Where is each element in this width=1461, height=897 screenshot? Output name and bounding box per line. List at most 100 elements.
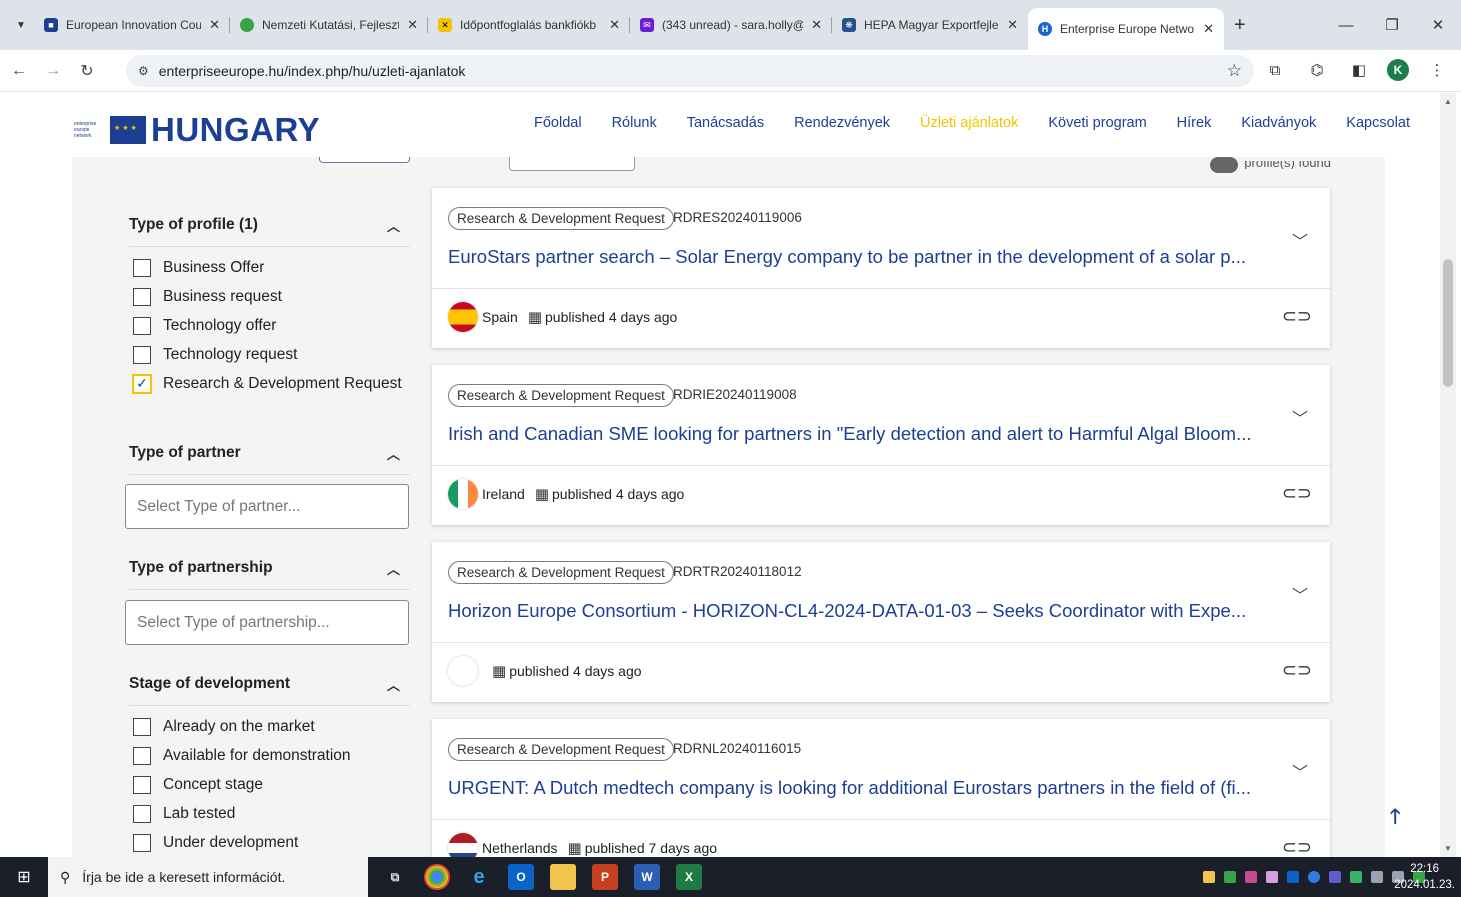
- side-panel-icon[interactable]: ◧: [1345, 56, 1373, 84]
- address-bar[interactable]: ⚙ enterpriseeurope.hu/index.php/hu/uzlet…: [126, 55, 1254, 87]
- chevron-down-icon[interactable]: ﹀: [1292, 582, 1308, 606]
- checkbox-under-development[interactable]: Under development: [129, 828, 410, 857]
- browser-tab-4[interactable]: ❋ HEPA Magyar Exportfejlesz ✕: [832, 7, 1028, 43]
- wifi-icon[interactable]: [1371, 871, 1383, 883]
- checkbox[interactable]: [133, 287, 151, 306]
- browser-tab-3[interactable]: ✉ (343 unread) - sara.holly@ ✕: [630, 7, 832, 43]
- checkbox-business-request[interactable]: Business request: [129, 282, 410, 311]
- type-of-partnership-select[interactable]: Select Type of partnership...: [125, 600, 409, 645]
- new-tab-button[interactable]: +: [1234, 14, 1246, 37]
- nav-home[interactable]: Főoldal: [534, 115, 582, 131]
- profile-card-header[interactable]: Research & Development Request RDRIE2024…: [432, 365, 1330, 466]
- tray-app-icon[interactable]: [1245, 871, 1257, 883]
- nav-events[interactable]: Rendezvények: [794, 115, 890, 131]
- maximize-icon[interactable]: ❐: [1369, 0, 1415, 50]
- browser-tab-active[interactable]: H Enterprise Europe Network ✕: [1028, 8, 1224, 50]
- edge-icon[interactable]: e: [466, 864, 492, 890]
- checkbox[interactable]: [133, 775, 151, 794]
- word-icon[interactable]: W: [634, 864, 660, 890]
- chevron-up-icon[interactable]: ︿: [387, 559, 400, 578]
- task-view-icon[interactable]: ⧉: [382, 864, 408, 890]
- excel-icon[interactable]: X: [676, 864, 702, 890]
- checkbox-already-on-market[interactable]: Already on the market: [129, 712, 410, 741]
- profile-title-link[interactable]: EuroStars partner search – Solar Energy …: [448, 246, 1268, 268]
- checkbox-rd-request[interactable]: ✓ Research & Development Request: [129, 369, 410, 398]
- tab-search-button[interactable]: ▼: [8, 12, 34, 38]
- nav-contact[interactable]: Kapcsolat: [1346, 115, 1410, 131]
- close-tab-icon[interactable]: ✕: [1007, 17, 1018, 33]
- site-logo[interactable]: enterprise europe network HUNGARY: [74, 111, 320, 149]
- checkbox[interactable]: [133, 717, 151, 736]
- performance-icon[interactable]: ⌬: [1303, 56, 1331, 84]
- outlook-icon[interactable]: O: [508, 864, 534, 890]
- close-tab-icon[interactable]: ✕: [609, 17, 620, 33]
- link-icon[interactable]: ⊂⊃: [1282, 837, 1312, 857]
- tray-app-icon[interactable]: [1224, 871, 1236, 883]
- browser-tab-0[interactable]: ■ European Innovation Coun ✕: [34, 7, 230, 43]
- powerpoint-icon[interactable]: P: [592, 864, 618, 890]
- profile-title-link[interactable]: Horizon Europe Consortium - HORIZON-CL4-…: [448, 600, 1268, 622]
- chevron-down-icon[interactable]: ﹀: [1292, 228, 1308, 252]
- back-arrow-icon[interactable]: ←: [4, 56, 34, 86]
- filter-type-of-partnership-header[interactable]: Type of partnership ︿: [129, 553, 410, 583]
- nav-publications[interactable]: Kiadványok: [1241, 115, 1316, 131]
- checkbox-technology-offer[interactable]: Technology offer: [129, 311, 410, 340]
- forward-arrow-icon[interactable]: →: [38, 56, 68, 86]
- minimize-icon[interactable]: —: [1323, 0, 1369, 50]
- close-tab-icon[interactable]: ✕: [407, 17, 418, 33]
- tray-outlook-icon[interactable]: [1287, 871, 1299, 883]
- link-icon[interactable]: ⊂⊃: [1282, 306, 1312, 327]
- checkbox[interactable]: [133, 345, 151, 364]
- site-info-icon[interactable]: ⚙: [138, 64, 149, 78]
- scroll-up-arrow-icon[interactable]: ▲: [1443, 97, 1453, 106]
- filter-type-of-profile-header[interactable]: Type of profile (1) ︿: [129, 210, 410, 240]
- checkbox-checked[interactable]: ✓: [132, 373, 152, 394]
- browser-tab-1[interactable]: Nemzeti Kutatási, Fejleszté ✕: [230, 7, 428, 43]
- profile-card-header[interactable]: Research & Development Request RDRES2024…: [432, 188, 1330, 289]
- close-window-icon[interactable]: ✕: [1415, 0, 1461, 50]
- checkbox[interactable]: [133, 833, 151, 852]
- close-tab-icon[interactable]: ✕: [1203, 21, 1214, 37]
- chevron-down-icon[interactable]: ﹀: [1292, 759, 1308, 783]
- tray-teams-icon[interactable]: [1329, 871, 1341, 883]
- menu-kebab-icon[interactable]: ⋮: [1423, 56, 1451, 84]
- chevron-down-icon[interactable]: ﹀: [1292, 405, 1308, 429]
- checkbox-technology-request[interactable]: Technology request: [129, 340, 410, 369]
- chrome-icon[interactable]: [424, 864, 450, 890]
- checkbox-lab-tested[interactable]: Lab tested: [129, 799, 410, 828]
- profile-card-header[interactable]: Research & Development Request RDRNL2024…: [432, 719, 1330, 820]
- nav-consulting[interactable]: Tanácsadás: [687, 115, 764, 131]
- chevron-up-icon[interactable]: ︿: [387, 444, 400, 463]
- checkbox[interactable]: [133, 746, 151, 765]
- checkbox-concept-stage[interactable]: Concept stage: [129, 770, 410, 799]
- taskbar-clock[interactable]: 22:16 2024.01.23.: [1394, 861, 1455, 893]
- scrollbar-thumb[interactable]: [1443, 259, 1453, 387]
- taskbar-search-box[interactable]: ⚲ Írja be ide a keresett információt.: [48, 857, 368, 897]
- link-icon[interactable]: ⊂⊃: [1282, 483, 1312, 504]
- sort-button[interactable]: [319, 157, 410, 163]
- profile-avatar[interactable]: K: [1387, 59, 1409, 81]
- tray-security-icon[interactable]: [1350, 871, 1362, 883]
- scroll-down-arrow-icon[interactable]: ▼: [1443, 844, 1453, 853]
- reload-icon[interactable]: ↻: [72, 56, 102, 86]
- checkbox-business-offer[interactable]: Business Offer: [129, 253, 410, 282]
- checkbox-available-for-demo[interactable]: Available for demonstration: [129, 741, 410, 770]
- filter-stage-of-development-header[interactable]: Stage of development ︿: [129, 669, 410, 699]
- checkbox[interactable]: [133, 804, 151, 823]
- back-to-top-arrow-icon[interactable]: 🡑: [1390, 802, 1400, 836]
- tray-app-icon[interactable]: [1308, 871, 1320, 883]
- browser-tab-2[interactable]: ✕ Időpontfoglalás bankfiókb ✕: [428, 7, 630, 43]
- checkbox[interactable]: [133, 258, 151, 277]
- filter-type-of-partner-header[interactable]: Type of partner ︿: [129, 438, 410, 468]
- tray-app-icon[interactable]: [1203, 871, 1215, 883]
- chevron-up-icon[interactable]: ︿: [387, 216, 400, 235]
- checkbox[interactable]: [133, 316, 151, 335]
- nav-about[interactable]: Rólunk: [612, 115, 657, 131]
- extensions-icon[interactable]: ⧉: [1261, 56, 1289, 84]
- bookmark-star-icon[interactable]: ☆: [1227, 61, 1242, 81]
- type-of-partner-select[interactable]: Select Type of partner...: [125, 484, 409, 529]
- profile-title-link[interactable]: Irish and Canadian SME looking for partn…: [448, 423, 1268, 445]
- nav-news[interactable]: Hírek: [1177, 115, 1212, 131]
- chevron-up-icon[interactable]: ︿: [387, 675, 400, 694]
- nav-business-offers[interactable]: Üzleti ajánlatok: [920, 115, 1018, 131]
